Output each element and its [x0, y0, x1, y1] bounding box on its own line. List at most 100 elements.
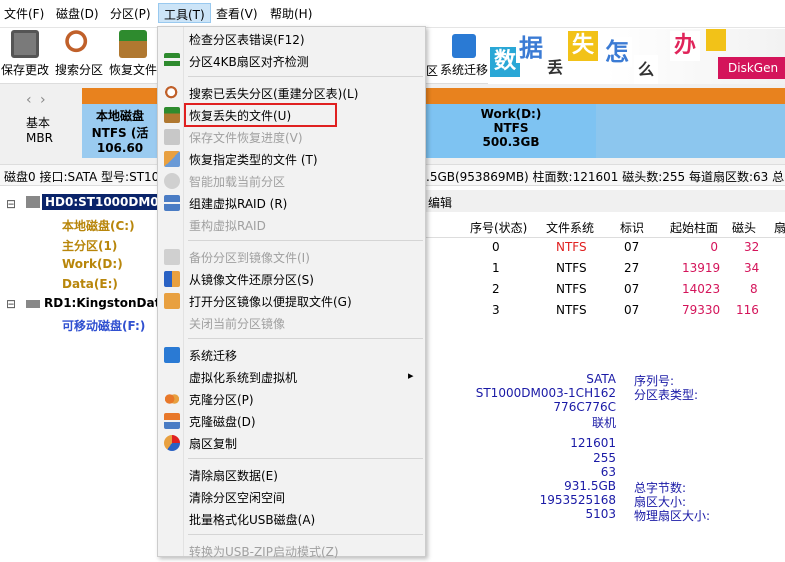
- tree-expander[interactable]: ⊟: [6, 197, 16, 211]
- menu-item-usb-zip[interactable]: 转换为USB-ZIP启动模式(Z): [158, 540, 425, 562]
- menu-item-open-image[interactable]: 打开分区镜像以便提取文件(G): [158, 290, 425, 312]
- menu-item-label: 重构虚拟RAID: [189, 219, 266, 233]
- row-cyl: 79330: [682, 303, 721, 317]
- tree-partition-primary[interactable]: 主分区(1): [44, 237, 117, 254]
- menu-item-restore-image[interactable]: 从镜像文件还原分区(S): [158, 268, 425, 290]
- menu-item-close-image[interactable]: 关闭当前分区镜像: [158, 312, 425, 334]
- search-partition-button[interactable]: 搜索分区: [54, 30, 104, 78]
- menu-separator: [188, 458, 423, 459]
- menu-partition[interactable]: 分区(P): [110, 5, 151, 22]
- prop-model-value: ST1000DM003-1CH162: [475, 386, 616, 400]
- save-changes-button[interactable]: 保存更改: [0, 30, 50, 78]
- usb-disk-icon: [26, 300, 40, 308]
- disk-tree: ⊟ HD0:ST1000DM003 本地磁盘(C:) 主分区(1) Work(D…: [0, 190, 179, 557]
- menu-item-clone-partition[interactable]: 克隆分区(P): [158, 388, 425, 410]
- menu-item-wipe-free-space[interactable]: 清除分区空闲空间: [158, 486, 425, 508]
- menu-item-search-lost-partition[interactable]: 搜索已丢失分区(重建分区表)(L): [158, 82, 425, 104]
- tree-disk1[interactable]: RD1:KingstonData: [44, 296, 168, 310]
- menu-item-wipe-sectors[interactable]: 清除扇区数据(E): [158, 464, 425, 486]
- menu-item-label: 分区4KB扇区对齐检测: [189, 55, 309, 69]
- search-partition-label: 搜索分区: [54, 63, 103, 77]
- arrow-left-icon[interactable]: ‹: [26, 92, 32, 108]
- tree-partition-e[interactable]: Data(E:): [44, 277, 118, 291]
- menu-file[interactable]: 文件(F): [4, 5, 44, 22]
- menubar: 文件(F) 磁盘(D) 分区(P) 工具(T) 查看(V) 帮助(H): [0, 0, 785, 28]
- menu-tools[interactable]: 工具(T): [158, 3, 211, 23]
- menu-item-label: 清除扇区数据(E): [189, 469, 278, 483]
- menu-item-system-migrate[interactable]: 系统迁移: [158, 344, 425, 366]
- tree-partition-c[interactable]: 本地磁盘(C:): [44, 217, 135, 234]
- tree-partition-d-label: Work(D:): [62, 257, 123, 271]
- row-index: 2: [492, 282, 500, 296]
- menu-item-label: 恢复指定类型的文件 (T): [189, 153, 318, 167]
- menu-separator: [188, 534, 423, 535]
- row-fs: NTFS: [556, 261, 587, 275]
- recover-files-button[interactable]: 恢复文件: [108, 30, 158, 78]
- menu-item-clone-disk[interactable]: 克隆磁盘(D): [158, 410, 425, 432]
- tree-expander-rd1[interactable]: ⊟: [6, 297, 16, 311]
- save-icon: [11, 30, 39, 58]
- search-icon: [164, 85, 180, 101]
- menu-item-label: 打开分区镜像以便提取文件(G): [189, 295, 352, 309]
- tree-partition-f[interactable]: 可移动磁盘(F:): [44, 317, 145, 334]
- arrow-right-icon[interactable]: ›: [40, 92, 46, 108]
- col-index[interactable]: 序号(状态): [470, 219, 527, 236]
- partition-c-block[interactable]: 本地磁盘 NTFS (活 106.60: [82, 104, 158, 158]
- menu-item-build-raid[interactable]: 组建虚拟RAID (R): [158, 192, 425, 214]
- menu-item-batch-format-usb[interactable]: 批量格式化USB磁盘(A): [158, 508, 425, 530]
- menu-item-rebuild-raid[interactable]: 重构虚拟RAID: [158, 214, 425, 236]
- menu-item-check-partition-table[interactable]: 检查分区表错误(F12): [158, 28, 425, 50]
- prop-capacity-value: 931.5GB: [564, 479, 616, 493]
- menu-item-save-recovery-progress[interactable]: 保存文件恢复进度(V): [158, 126, 425, 148]
- system-migrate-button[interactable]: 系统迁移: [438, 30, 490, 78]
- menu-disk[interactable]: 磁盘(D): [56, 5, 99, 22]
- menu-view[interactable]: 查看(V): [216, 5, 258, 22]
- table-row[interactable]: 3 NTFS 07 79330 116: [426, 303, 785, 324]
- submenu-arrow-icon: ▸: [408, 369, 414, 382]
- row-index: 1: [492, 261, 500, 275]
- clone-part-icon: [164, 391, 180, 407]
- prop-physical-sector-label: 物理扇区大小:: [634, 509, 711, 523]
- menu-item-4k-align[interactable]: 分区4KB扇区对齐检测: [158, 50, 425, 72]
- menu-item-virtualize[interactable]: 虚拟化系统到虚拟机 ▸: [158, 366, 425, 388]
- row-index: 0: [492, 240, 500, 254]
- menu-item-sector-copy[interactable]: 扇区复制: [158, 432, 425, 454]
- toolbar-partial-label: 区: [426, 64, 439, 78]
- col-id[interactable]: 标识: [620, 219, 644, 236]
- row-head: 34: [744, 261, 760, 275]
- menu-item-label: 智能加载当前分区: [189, 175, 286, 189]
- col-sector[interactable]: 扇: [774, 219, 785, 236]
- partition-table-header: 序号(状态) 文件系统 标识 起始柱面 磁头 扇: [426, 214, 785, 238]
- partition-e-block[interactable]: [596, 104, 785, 158]
- prop-status-value: 联机: [591, 416, 616, 430]
- highlight-box: [184, 103, 337, 127]
- menu-item-recover-file-types[interactable]: 恢复指定类型的文件 (T): [158, 148, 425, 170]
- menu-item-label: 保存文件恢复进度(V): [189, 131, 303, 145]
- banner-deco: [706, 29, 726, 51]
- partition-d-block[interactable]: Work(D:) NTFS 500.3GB: [426, 104, 596, 158]
- tab-edit[interactable]: 编辑: [428, 194, 452, 211]
- col-start-cyl[interactable]: 起始柱面: [670, 219, 718, 236]
- save-changes-label: 保存更改: [0, 63, 49, 77]
- table-row[interactable]: 1 NTFS 27 13919 34: [426, 261, 785, 282]
- table-row[interactable]: 2 NTFS 07 14023 8: [426, 282, 785, 303]
- windows-migrate-icon: [452, 34, 476, 58]
- disk-style-label: MBR: [26, 131, 53, 145]
- row-id: 07: [624, 303, 640, 317]
- row-fs: NTFS: [556, 240, 587, 254]
- disk-info-left: 磁盘0 接口:SATA 型号:ST10: [4, 170, 160, 184]
- col-head[interactable]: 磁头: [732, 219, 756, 236]
- system-migrate-label: 系统迁移: [439, 63, 488, 77]
- tree-partition-d[interactable]: Work(D:): [44, 257, 123, 271]
- banner-char-2: 据: [516, 33, 546, 63]
- menu-item-smart-load[interactable]: 智能加载当前分区: [158, 170, 425, 192]
- smart-load-icon: [164, 173, 180, 189]
- table-row[interactable]: 0 NTFS 07 0 32: [426, 240, 785, 261]
- col-fs[interactable]: 文件系统: [546, 219, 594, 236]
- menu-item-label: 关闭当前分区镜像: [189, 317, 286, 331]
- menu-item-backup-image[interactable]: 备份分区到镜像文件(I): [158, 246, 425, 268]
- magnifier-icon: [65, 30, 93, 58]
- row-id: 27: [624, 261, 640, 275]
- menu-help[interactable]: 帮助(H): [270, 5, 312, 22]
- tree-partition-f-label: 可移动磁盘(F:): [62, 319, 146, 333]
